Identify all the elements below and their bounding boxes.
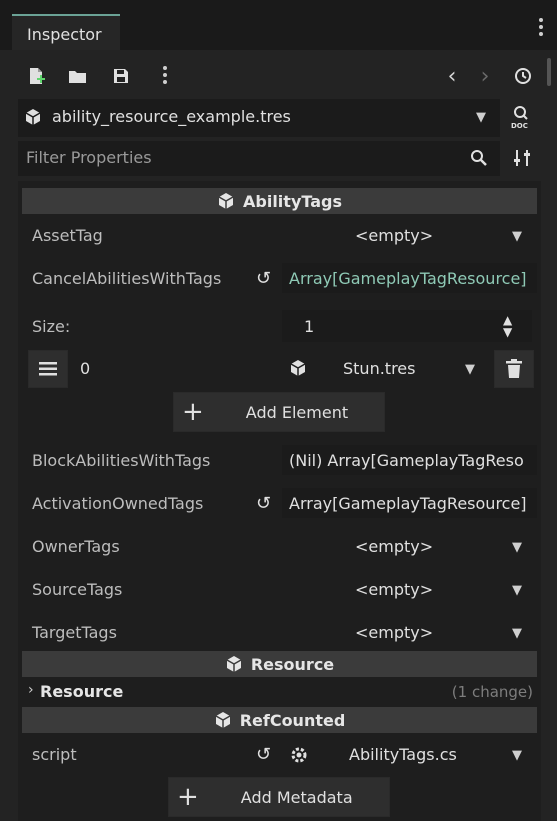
- prop-label-activationowned: ActivationOwnedTags: [32, 494, 204, 513]
- chevron-down-icon: ▼: [476, 110, 486, 125]
- plus-icon: +: [182, 397, 204, 427]
- add-metadata-label: Add Metadata: [240, 787, 353, 807]
- prop-value-assettag[interactable]: <empty> ▼: [282, 220, 537, 250]
- section-title: RefCounted: [239, 710, 346, 730]
- tab-inspector[interactable]: Inspector: [12, 14, 120, 50]
- prop-value-script[interactable]: AbilityTags.cs ▼: [315, 739, 537, 769]
- prop-label-ownertags: OwnerTags: [32, 537, 120, 556]
- prop-value-ownertags[interactable]: <empty> ▼: [282, 531, 537, 561]
- array-size-value: 1: [304, 317, 315, 336]
- section-resource: Resource: [22, 651, 537, 677]
- add-element-label: Add Element: [245, 402, 349, 422]
- revert-icon[interactable]: ↺: [256, 493, 271, 514]
- section-abilitytags: AbilityTags: [22, 188, 537, 214]
- section-title: Resource: [250, 654, 335, 674]
- chevron-right-icon: ›: [28, 682, 34, 698]
- prop-value-targettags[interactable]: <empty> ▼: [282, 617, 537, 647]
- scrollbar[interactable]: [547, 58, 551, 86]
- filter-settings-icon[interactable]: [507, 143, 537, 173]
- prop-value-text: (Nil) Array[GameplayTagReso: [289, 451, 524, 470]
- more-options-icon[interactable]: [150, 61, 180, 91]
- add-metadata-button[interactable]: + Add Metadata: [168, 777, 390, 817]
- prop-value-cancelabilities[interactable]: Array[GameplayTagResource]: [282, 263, 537, 293]
- prop-value-text: <empty>: [355, 537, 434, 556]
- trash-icon: [506, 359, 522, 378]
- open-folder-icon[interactable]: [63, 61, 93, 91]
- revert-icon[interactable]: ↺: [256, 744, 271, 765]
- object-history-icon[interactable]: [508, 61, 538, 91]
- section-title: AbilityTags: [243, 191, 342, 211]
- prop-label-assettag: AssetTag: [32, 226, 103, 245]
- prop-label-blockabilities: BlockAbilitiesWithTags: [32, 451, 211, 470]
- array-element-index: 0: [80, 359, 91, 378]
- cube-icon: [290, 360, 306, 376]
- new-resource-icon[interactable]: [21, 61, 51, 91]
- history-back-icon[interactable]: ‹: [437, 61, 467, 91]
- cube-icon: [24, 108, 42, 130]
- add-element-button[interactable]: + Add Element: [173, 392, 385, 432]
- prop-label-sourcetags: SourceTags: [32, 580, 123, 599]
- dock-menu-icon[interactable]: [539, 18, 543, 39]
- cube-icon: [226, 656, 242, 672]
- prop-value-activationowned[interactable]: Array[GameplayTagResource]: [282, 488, 537, 518]
- history-forward-icon[interactable]: ›: [470, 61, 500, 91]
- plus-icon: +: [177, 782, 199, 812]
- prop-value-sourcetags[interactable]: <empty> ▼: [282, 574, 537, 604]
- prop-value-text: <empty>: [355, 580, 434, 599]
- cube-icon: [215, 712, 231, 728]
- svg-text:DOC: DOC: [511, 122, 528, 129]
- prop-value-text: Array[GameplayTagResource]: [289, 494, 527, 513]
- delete-element-button[interactable]: [494, 350, 534, 388]
- search-icon: [470, 149, 488, 171]
- section-refcounted: RefCounted: [22, 707, 537, 733]
- array-element-resource[interactable]: Stun.tres ▼: [282, 350, 489, 386]
- prop-value-text: Array[GameplayTagResource]: [289, 269, 527, 288]
- chevron-down-icon: ▼: [465, 362, 475, 377]
- prop-value-blockabilities[interactable]: (Nil) Array[GameplayTagReso: [282, 445, 537, 475]
- prop-label-cancelabilities: CancelAbilitiesWithTags: [32, 269, 222, 288]
- array-size-label: Size:: [32, 317, 71, 336]
- chevron-down-icon: ▼: [512, 748, 522, 763]
- csharp-script-icon: [291, 747, 307, 763]
- drag-handle-icon[interactable]: [28, 350, 68, 388]
- array-element-value: Stun.tres: [343, 359, 416, 378]
- prop-value-text: <empty>: [355, 623, 434, 642]
- dock-tab-bar: Inspector: [0, 0, 557, 50]
- prop-label-targettags: TargetTags: [32, 623, 117, 642]
- group-resource[interactable]: › Resource (1 change): [22, 680, 537, 706]
- group-resource-label: Resource: [40, 682, 124, 701]
- array-size-stepper[interactable]: 1 ▲ ▼: [282, 310, 532, 342]
- stepper-arrows-icon[interactable]: ▲ ▼: [503, 314, 512, 338]
- tab-inspector-label: Inspector: [27, 25, 102, 44]
- filter-placeholder: Filter Properties: [26, 148, 152, 167]
- open-docs-icon[interactable]: DOC: [507, 102, 537, 132]
- save-icon[interactable]: [106, 61, 136, 91]
- prop-value-text: <empty>: [355, 226, 434, 245]
- resource-selector[interactable]: ability_resource_example.tres ▼: [18, 99, 500, 137]
- chevron-down-icon: ▼: [512, 229, 522, 244]
- filter-properties-input[interactable]: Filter Properties: [18, 141, 500, 176]
- prop-value-text: AbilityTags.cs: [349, 745, 457, 764]
- chevron-down-icon: ▼: [512, 626, 522, 641]
- resource-name: ability_resource_example.tres: [52, 107, 291, 126]
- change-count: (1 change): [451, 683, 533, 701]
- prop-label-script: script: [32, 745, 77, 764]
- revert-icon[interactable]: ↺: [256, 268, 271, 289]
- chevron-down-icon: ▼: [512, 540, 522, 555]
- chevron-down-icon: ▼: [512, 583, 522, 598]
- cube-icon: [218, 193, 234, 209]
